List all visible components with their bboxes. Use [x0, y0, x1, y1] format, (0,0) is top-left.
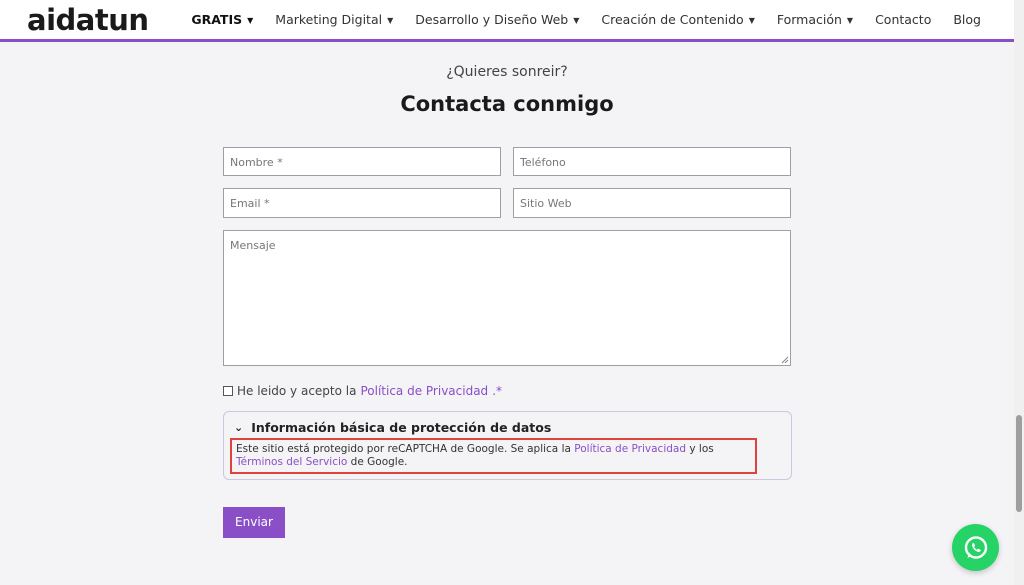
nav-item-blog[interactable]: Blog	[953, 12, 981, 27]
nav-item-creacion-contenido[interactable]: Creación de Contenido ▼	[601, 12, 754, 27]
recaptcha-notice: Este sitio está protegido por reCAPTCHA …	[230, 438, 757, 474]
scrollbar-thumb[interactable]	[1016, 415, 1022, 512]
main-nav: GRATIS ▼ Marketing Digital ▼ Desarrollo …	[191, 12, 981, 27]
scrollbar[interactable]	[1014, 0, 1024, 585]
consent-text: He leido y acepto la	[237, 384, 357, 398]
email-field[interactable]: Email *	[223, 188, 501, 218]
name-field[interactable]: Nombre *	[223, 147, 501, 176]
chevron-down-icon: ▼	[748, 15, 755, 25]
recaptcha-text-1: Este sitio está protegido por reCAPTCHA …	[236, 443, 575, 455]
whatsapp-icon	[964, 535, 987, 559]
nav-item-label: Marketing Digital	[275, 12, 383, 27]
phone-placeholder: Teléfono	[520, 156, 566, 169]
site-header: aidatun GRATIS ▼ Marketing Digital ▼ Des…	[0, 0, 1014, 42]
phone-field[interactable]: Teléfono	[513, 147, 791, 176]
data-protection-heading: Información básica de protección de dato…	[251, 420, 552, 435]
nav-item-label: Blog	[953, 12, 981, 27]
email-placeholder: Email *	[230, 197, 270, 210]
website-field[interactable]: Sitio Web	[513, 188, 791, 218]
chevron-down-icon: ▼	[573, 15, 580, 25]
recaptcha-text-2: y los	[686, 443, 714, 455]
nav-item-label: Desarrollo y Diseño Web	[415, 12, 569, 27]
website-placeholder: Sitio Web	[520, 197, 572, 210]
nav-item-label: Formación	[776, 12, 842, 27]
whatsapp-button[interactable]	[952, 524, 999, 571]
privacy-policy-link[interactable]: Política de Privacidad	[360, 384, 488, 398]
recaptcha-text-3: de Google.	[347, 456, 408, 468]
google-terms-link[interactable]: Términos del Servicio	[236, 456, 347, 468]
chevron-down-icon: ▼	[247, 15, 254, 25]
section-subtitle: ¿Quieres sonreir?	[446, 64, 568, 80]
nav-item-label: Creación de Contenido	[601, 12, 744, 27]
consent-row: He leido y acepto la Política de Privaci…	[223, 384, 502, 398]
data-protection-box: ⌄ Información básica de protección de da…	[223, 411, 792, 480]
consent-checkbox[interactable]	[223, 386, 233, 396]
message-textarea[interactable]: Mensaje	[223, 230, 791, 366]
nav-item-label: GRATIS	[191, 12, 243, 27]
nav-item-contacto[interactable]: Contacto	[875, 12, 931, 27]
chevron-down-icon: ▼	[387, 15, 394, 25]
required-mark: .*	[492, 384, 503, 398]
nav-item-label: Contacto	[875, 12, 932, 27]
nav-item-formacion[interactable]: Formación ▼	[777, 12, 853, 27]
google-privacy-link[interactable]: Política de Privacidad	[574, 443, 686, 455]
chevron-down-icon: ⌄	[234, 421, 244, 434]
message-placeholder: Mensaje	[230, 239, 276, 252]
logo-text: aidatun	[27, 3, 149, 37]
name-placeholder: Nombre *	[230, 156, 283, 169]
page-title: Contacta conmigo	[400, 92, 614, 116]
logo[interactable]: aidatun	[27, 3, 149, 37]
submit-button[interactable]: Enviar	[223, 507, 285, 538]
nav-item-gratis[interactable]: GRATIS ▼	[191, 12, 253, 27]
chevron-down-icon: ▼	[846, 15, 854, 25]
nav-item-marketing-digital[interactable]: Marketing Digital ▼	[275, 12, 393, 27]
data-protection-toggle[interactable]: ⌄ Información básica de protección de da…	[234, 420, 551, 435]
nav-item-desarrollo-web[interactable]: Desarrollo y Diseño Web ▼	[415, 12, 579, 27]
resize-handle-icon[interactable]	[781, 356, 789, 364]
